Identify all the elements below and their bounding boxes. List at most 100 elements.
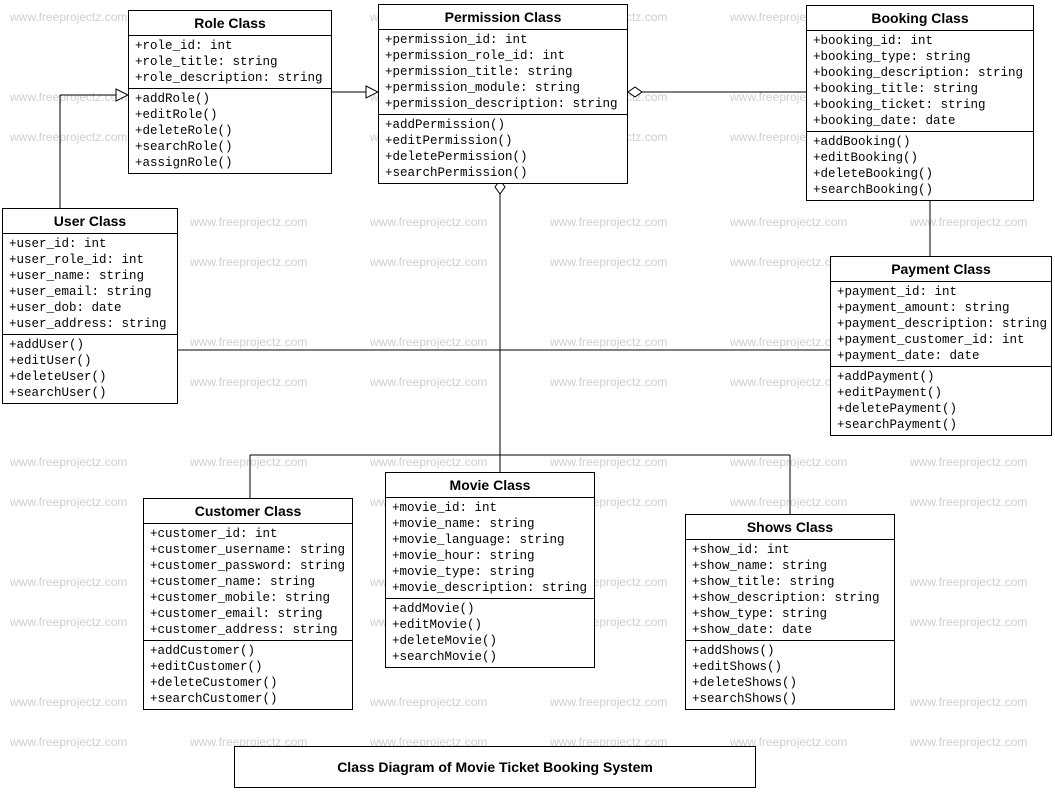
uml-member: +booking_type: string: [813, 49, 1027, 65]
attrs-section: +role_id: int+role_title: string+role_de…: [129, 36, 331, 89]
uml-member: +addPayment(): [837, 369, 1045, 385]
uml-member: +customer_mobile: string: [150, 590, 346, 606]
watermark-text: www.freeprojectz.com: [370, 215, 487, 229]
uml-member: +editPayment(): [837, 385, 1045, 401]
methods-section: +addCustomer()+editCustomer()+deleteCust…: [144, 641, 352, 709]
uml-member: +searchPayment(): [837, 417, 1045, 433]
uml-member: +permission_role_id: int: [385, 48, 621, 64]
watermark-text: www.freeprojectz.com: [190, 335, 307, 349]
uml-member: +deleteMovie(): [392, 633, 588, 649]
watermark-text: www.freeprojectz.com: [910, 575, 1027, 589]
uml-member: +searchMovie(): [392, 649, 588, 665]
uml-member: +role_id: int: [135, 38, 325, 54]
uml-member: +customer_name: string: [150, 574, 346, 590]
watermark-text: www.freeprojectz.com: [910, 615, 1027, 629]
uml-member: +payment_amount: string: [837, 300, 1045, 316]
class-shows: Shows Class +show_id: int+show_name: str…: [685, 514, 895, 710]
methods-section: +addUser()+editUser()+deleteUser()+searc…: [3, 335, 177, 403]
methods-section: +addShows()+editShows()+deleteShows()+se…: [686, 641, 894, 709]
uml-member: +show_type: string: [692, 606, 888, 622]
watermark-text: www.freeprojectz.com: [370, 695, 487, 709]
watermark-text: www.freeprojectz.com: [910, 495, 1027, 509]
attrs-section: +customer_id: int+customer_username: str…: [144, 524, 352, 641]
methods-section: +addPayment()+editPayment()+deletePaymen…: [831, 367, 1051, 435]
class-title: Customer Class: [144, 499, 352, 524]
watermark-text: www.freeprojectz.com: [190, 455, 307, 469]
uml-member: +addBooking(): [813, 134, 1027, 150]
uml-member: +show_title: string: [692, 574, 888, 590]
uml-member: +addCustomer(): [150, 643, 346, 659]
uml-member: +movie_hour: string: [392, 548, 588, 564]
uml-member: +user_dob: date: [9, 300, 171, 316]
class-title: Shows Class: [686, 515, 894, 540]
uml-member: +role_description: string: [135, 70, 325, 86]
uml-member: +editMovie(): [392, 617, 588, 633]
uml-member: +payment_id: int: [837, 284, 1045, 300]
watermark-text: www.freeprojectz.com: [190, 255, 307, 269]
uml-member: +searchShows(): [692, 691, 888, 707]
watermark-text: www.freeprojectz.com: [10, 130, 127, 144]
uml-member: +show_id: int: [692, 542, 888, 558]
watermark-text: www.freeprojectz.com: [10, 90, 127, 104]
uml-member: +searchCustomer(): [150, 691, 346, 707]
attrs-section: +user_id: int+user_role_id: int+user_nam…: [3, 234, 177, 335]
uml-member: +searchPermission(): [385, 165, 621, 181]
watermark-text: www.freeprojectz.com: [910, 455, 1027, 469]
attrs-section: +show_id: int+show_name: string+show_tit…: [686, 540, 894, 641]
uml-member: +deletePayment(): [837, 401, 1045, 417]
uml-member: +deleteBooking(): [813, 166, 1027, 182]
class-payment: Payment Class +payment_id: int+payment_a…: [830, 256, 1052, 436]
watermark-text: www.freeprojectz.com: [730, 215, 847, 229]
uml-member: +booking_ticket: string: [813, 97, 1027, 113]
uml-member: +movie_name: string: [392, 516, 588, 532]
watermark-text: www.freeprojectz.com: [910, 695, 1027, 709]
watermark-text: www.freeprojectz.com: [370, 335, 487, 349]
watermark-text: www.freeprojectz.com: [550, 695, 667, 709]
watermark-text: www.freeprojectz.com: [10, 695, 127, 709]
uml-member: +deleteRole(): [135, 123, 325, 139]
uml-member: +addUser(): [9, 337, 171, 353]
methods-section: +addBooking()+editBooking()+deleteBookin…: [807, 132, 1033, 200]
uml-member: +searchBooking(): [813, 182, 1027, 198]
watermark-text: www.freeprojectz.com: [370, 255, 487, 269]
watermark-text: www.freeprojectz.com: [550, 375, 667, 389]
watermark-text: www.freeprojectz.com: [910, 735, 1027, 749]
uml-member: +deleteCustomer(): [150, 675, 346, 691]
watermark-text: www.freeprojectz.com: [10, 615, 127, 629]
uml-member: +editShows(): [692, 659, 888, 675]
watermark-text: www.freeprojectz.com: [190, 375, 307, 389]
watermark-text: www.freeprojectz.com: [10, 495, 127, 509]
diagram-canvas: www.freeprojectz.com www.freeprojectz.com…: [0, 0, 1055, 792]
uml-member: +payment_customer_id: int: [837, 332, 1045, 348]
uml-member: +addMovie(): [392, 601, 588, 617]
watermark-text: www.freeprojectz.com: [910, 215, 1027, 229]
attrs-section: +permission_id: int+permission_role_id: …: [379, 30, 627, 115]
uml-member: +movie_language: string: [392, 532, 588, 548]
watermark-text: www.freeprojectz.com: [550, 335, 667, 349]
uml-member: +permission_title: string: [385, 64, 621, 80]
watermark-text: www.freeprojectz.com: [730, 455, 847, 469]
uml-member: +booking_date: date: [813, 113, 1027, 129]
uml-member: +user_role_id: int: [9, 252, 171, 268]
uml-member: +user_address: string: [9, 316, 171, 332]
uml-member: +searchRole(): [135, 139, 325, 155]
uml-member: +user_id: int: [9, 236, 171, 252]
class-title: Movie Class: [386, 473, 594, 498]
attrs-section: +booking_id: int+booking_type: string+bo…: [807, 31, 1033, 132]
uml-member: +user_name: string: [9, 268, 171, 284]
uml-member: +customer_username: string: [150, 542, 346, 558]
watermark-text: www.freeprojectz.com: [370, 375, 487, 389]
uml-member: +movie_id: int: [392, 500, 588, 516]
class-title: Payment Class: [831, 257, 1051, 282]
watermark-text: www.freeprojectz.com: [10, 575, 127, 589]
uml-member: +permission_module: string: [385, 80, 621, 96]
uml-member: +role_title: string: [135, 54, 325, 70]
uml-member: +deleteUser(): [9, 369, 171, 385]
uml-member: +deletePermission(): [385, 149, 621, 165]
uml-member: +permission_description: string: [385, 96, 621, 112]
uml-member: +editRole(): [135, 107, 325, 123]
uml-member: +assignRole(): [135, 155, 325, 171]
uml-member: +editUser(): [9, 353, 171, 369]
uml-member: +addShows(): [692, 643, 888, 659]
watermark-text: www.freeprojectz.com: [370, 455, 487, 469]
